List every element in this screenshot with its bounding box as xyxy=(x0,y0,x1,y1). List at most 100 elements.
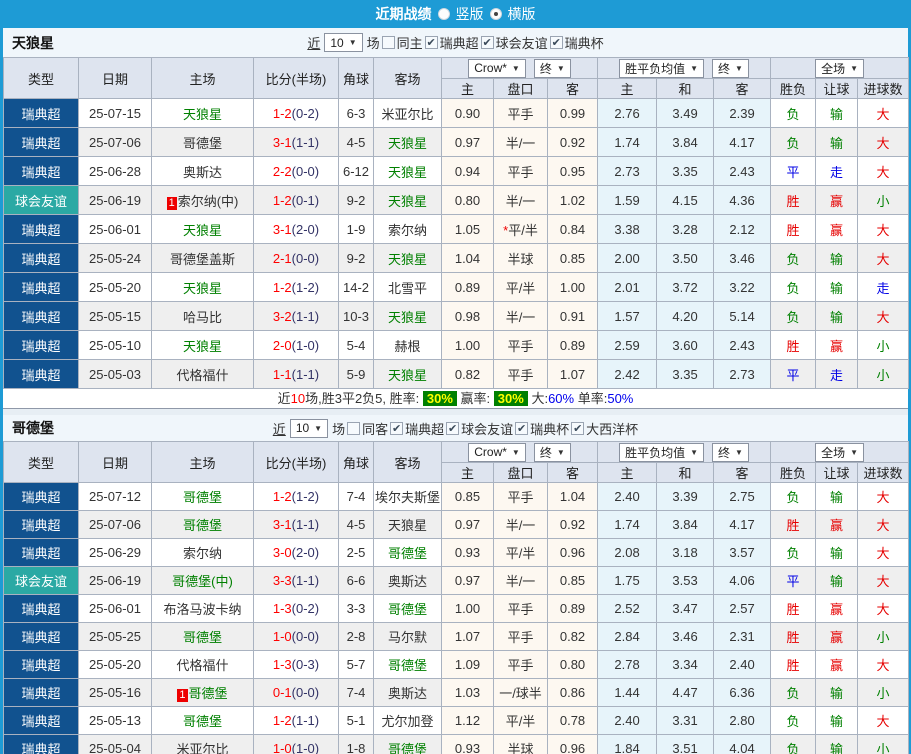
vertical-mode-radio[interactable] xyxy=(437,8,450,20)
halftime-score: (1-1) xyxy=(291,308,320,324)
home-team-name: 代格福什 xyxy=(176,658,229,673)
home-odds-cell: 0.97 xyxy=(441,127,494,157)
col-date-header: 日期 xyxy=(78,441,152,483)
away-odds-cell: 0.92 xyxy=(546,127,599,157)
result-cell: 平 xyxy=(770,156,817,186)
away-team-name: 天狼星 xyxy=(387,251,427,267)
result-cell: 负 xyxy=(770,538,817,567)
recent-link[interactable]: 近 xyxy=(273,419,286,438)
league-label: 瑞典杯 xyxy=(530,421,570,437)
bookmaker-select[interactable]: Crow* ▼ xyxy=(468,58,526,78)
match-count-select[interactable]: 10 ▼ xyxy=(324,33,363,52)
goals-result-cell: 小 xyxy=(857,330,910,360)
handicap-result-cell: 输 xyxy=(815,127,859,157)
result-cell: 负 xyxy=(770,734,817,754)
odds-final-select[interactable]: 终 ▼ xyxy=(533,442,571,462)
fulltime-score: 1-2 xyxy=(272,192,292,208)
match-count-select[interactable]: 10 ▼ xyxy=(289,418,329,438)
league-cell: 瑞典超 xyxy=(3,98,79,128)
home-team-name: 代格福什 xyxy=(176,367,229,383)
avg-select[interactable]: 胜平负均值 ▼ xyxy=(619,442,705,462)
horizontal-mode-label[interactable]: 横版 xyxy=(508,4,536,24)
avg-select[interactable]: 胜平负均值 ▼ xyxy=(619,58,705,78)
home-team-cell: 天狼星 xyxy=(151,214,254,244)
vertical-mode-label[interactable]: 竖版 xyxy=(456,4,484,24)
chevron-down-icon: ▼ xyxy=(556,63,565,73)
title-bar: 近期战绩 竖版 横版 xyxy=(0,0,911,28)
table-row: 瑞典超 25-06-28 奥斯达 2-2(0-0) 6-12 天狼星 0.94 … xyxy=(3,156,910,186)
rank-badge: 1 xyxy=(166,196,177,210)
bookmaker-select[interactable]: Crow* ▼ xyxy=(468,442,526,462)
handicap-cell: 平/半 xyxy=(493,272,548,302)
avg-home-cell: 1.44 xyxy=(597,678,658,707)
league-checkbox[interactable]: ✔ xyxy=(571,421,585,435)
away-team-name: 奥斯达 xyxy=(387,686,427,701)
summary-near: 近 xyxy=(277,391,291,406)
avg-final-select[interactable]: 终 ▼ xyxy=(712,442,749,462)
home-team-name: 哈马比 xyxy=(182,309,222,325)
avg-home-cell: 2.73 xyxy=(597,156,658,186)
recent-link[interactable]: 近 xyxy=(307,33,320,52)
fulltime-score: 2-1 xyxy=(272,250,292,266)
table-row: 瑞典超 25-06-01 天狼星 3-1(2-0) 1-9 索尔纳 1.05 *… xyxy=(3,214,910,244)
same-away-checkbox[interactable] xyxy=(347,421,361,435)
home-team-name: 哥德堡 xyxy=(182,518,222,533)
home-odds-cell: 0.90 xyxy=(441,98,494,128)
goals-result-cell: 大 xyxy=(857,156,910,186)
home-team-cell: 哥德堡 xyxy=(151,622,254,651)
away-odds-cell: 1.00 xyxy=(546,272,599,302)
avg-home-cell: 1.59 xyxy=(597,185,658,215)
col-odds-away-header: 客 xyxy=(546,78,599,99)
away-odds-cell: 0.86 xyxy=(546,678,599,707)
same-home-checkbox[interactable] xyxy=(381,36,395,49)
table-row: 瑞典超 25-05-10 天狼星 2-0(1-0) 5-4 赫根 1.00 平手… xyxy=(3,330,910,360)
handicap-value: 平/半 xyxy=(505,546,536,561)
league-checkbox[interactable]: ✔ xyxy=(480,36,494,49)
handicap-value: 半/一 xyxy=(505,518,536,533)
away-team-name: 天狼星 xyxy=(387,135,427,151)
date-cell: 25-05-24 xyxy=(78,243,152,273)
league-checkbox[interactable]: ✔ xyxy=(549,36,563,49)
away-team-cell: 北雪平 xyxy=(373,272,442,302)
league-checkbox[interactable]: ✔ xyxy=(515,421,529,435)
handicap-result-cell: 输 xyxy=(815,272,859,302)
avg-draw-cell: 4.15 xyxy=(656,185,715,215)
score-cell: 1-2(1-2) xyxy=(253,482,339,511)
scope-select[interactable]: 全场 ▼ xyxy=(815,58,864,78)
avg-away-cell: 4.17 xyxy=(713,127,772,157)
away-odds-cell: 0.80 xyxy=(546,650,599,679)
horizontal-mode-radio[interactable] xyxy=(489,8,502,20)
table-row: 瑞典超 25-05-16 1 哥德堡 0-1(0-0) 7-4 奥斯达 1.03 … xyxy=(3,678,910,707)
handicap-value: 平手 xyxy=(507,658,534,673)
league-checkbox[interactable]: ✔ xyxy=(446,421,460,435)
home-team-name: 天狼星 xyxy=(182,280,222,296)
away-team-cell: 奥斯达 xyxy=(373,566,442,595)
handicap-result-cell: 输 xyxy=(815,482,859,511)
avg-final-select[interactable]: 终 ▼ xyxy=(712,58,749,78)
avg-home-cell: 1.57 xyxy=(597,301,658,331)
chevron-down-icon: ▼ xyxy=(850,63,858,73)
home-team-cell: 天狼星 xyxy=(151,330,254,360)
handicap-cell: 平手 xyxy=(493,156,548,186)
scope-select[interactable]: 全场 ▼ xyxy=(815,442,864,462)
away-odds-cell: 1.02 xyxy=(546,185,599,215)
goals-result-cell: 大 xyxy=(857,482,910,511)
handicap-cell: 半/一 xyxy=(493,127,548,157)
away-team-name: 米亚尔比 xyxy=(381,106,434,122)
league-checkbox[interactable]: ✔ xyxy=(390,421,404,435)
away-team-cell: 米亚尔比 xyxy=(373,98,442,128)
odds-final-select[interactable]: 终 ▼ xyxy=(533,58,571,78)
table-row: 瑞典超 25-07-15 天狼星 1-2(0-2) 6-3 米亚尔比 0.90 … xyxy=(3,98,910,128)
date-cell: 25-05-10 xyxy=(78,330,152,360)
home-team-cell: 索尔纳 xyxy=(151,538,254,567)
handicap-result-cell: 走 xyxy=(815,156,859,186)
league-checkbox[interactable]: ✔ xyxy=(424,36,438,49)
avg-home-cell: 1.75 xyxy=(597,566,658,595)
score-cell: 3-2(1-1) xyxy=(253,301,339,331)
col-type-header: 类型 xyxy=(3,441,79,483)
league-label: 球会友谊 xyxy=(495,36,548,51)
avg-away-cell: 4.04 xyxy=(713,734,772,754)
col-let-header: 让球 xyxy=(815,462,859,483)
goals-result-cell: 小 xyxy=(857,185,910,215)
avg-home-cell: 3.38 xyxy=(597,214,658,244)
